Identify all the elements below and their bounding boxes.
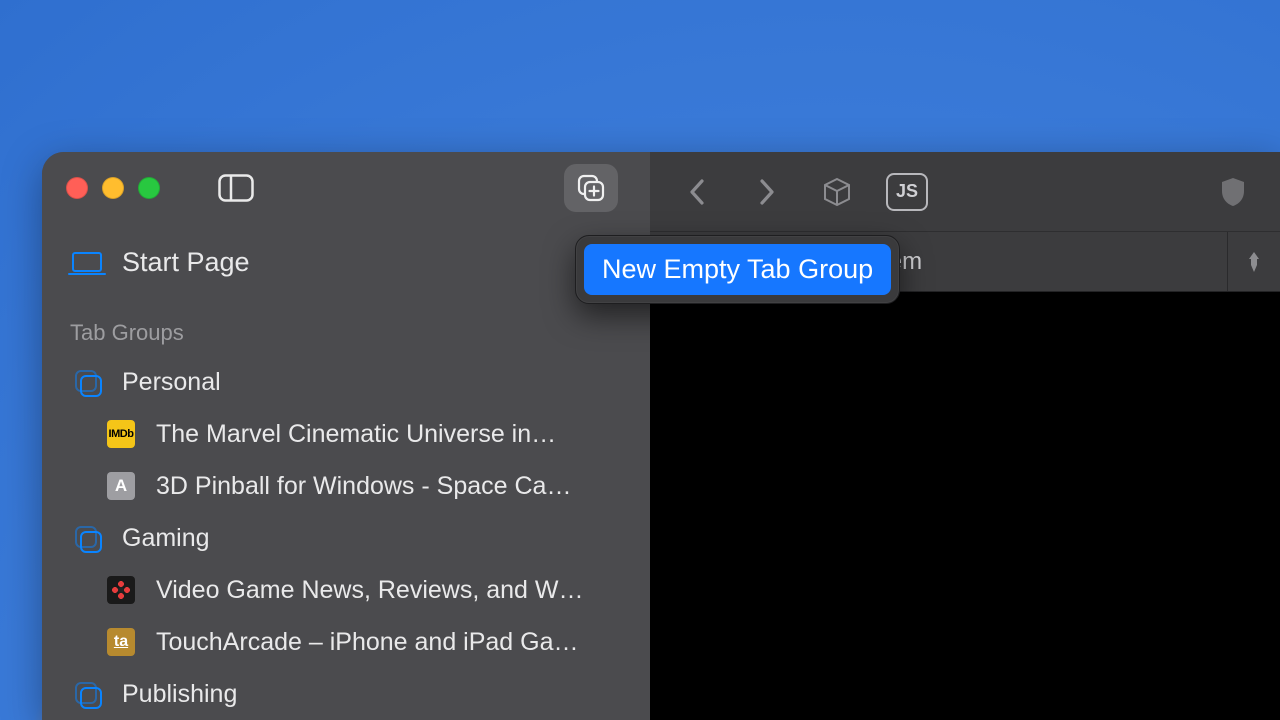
sidebar-item-start-page[interactable]: Start Page — [60, 232, 632, 292]
tab-item[interactable]: IMDb The Marvel Cinematic Universe in… — [60, 408, 632, 460]
new-tab-group-icon — [576, 173, 606, 203]
window-controls — [66, 177, 160, 199]
tab-group-icon — [74, 681, 100, 707]
chevron-right-icon — [756, 177, 778, 207]
tab-item[interactable]: ta TouchArcade – iPhone and iPad Ga… — [60, 616, 632, 668]
forward-button[interactable] — [746, 171, 788, 213]
fullscreen-window-button[interactable] — [138, 177, 160, 199]
back-button[interactable] — [676, 171, 718, 213]
new-tab-group-menu: New Empty Tab Group — [575, 235, 900, 304]
toolbar: JS — [650, 152, 1280, 232]
tab-group-label: Gaming — [122, 524, 622, 553]
close-window-button[interactable] — [66, 177, 88, 199]
tab-group-icon — [74, 525, 100, 551]
window-titlebar — [42, 152, 650, 224]
tab-group-label: Personal — [122, 368, 622, 397]
chevron-left-icon — [686, 177, 708, 207]
minimize-window-button[interactable] — [102, 177, 124, 199]
tab-group-personal[interactable]: Personal — [60, 356, 632, 408]
tab-group-icon — [74, 369, 100, 395]
sidebar: Start Page Tab Groups Personal IMDb The … — [42, 152, 650, 720]
tab-title: Video Game News, Reviews, and W… — [156, 576, 622, 605]
pin-tab-button[interactable] — [1228, 250, 1280, 274]
web-content[interactable] — [650, 292, 1280, 720]
laptop-icon — [72, 252, 102, 272]
favicon-ign — [107, 576, 135, 604]
shield-icon — [1219, 175, 1247, 209]
tab-title: TouchArcade – iPhone and iPad Ga… — [156, 628, 622, 657]
tab-title: 3D Pinball for Windows - Space Ca… — [156, 472, 622, 501]
menu-item-label: New Empty Tab Group — [602, 254, 873, 284]
start-page-label: Start Page — [122, 247, 622, 278]
new-tab-group-button[interactable] — [564, 164, 618, 212]
tab-item[interactable]: A 3D Pinball for Windows - Space Ca… — [60, 460, 632, 512]
javascript-toggle-button[interactable]: JS — [886, 173, 928, 211]
menu-item-new-empty-tab-group[interactable]: New Empty Tab Group — [584, 244, 891, 295]
sidebar-list: Start Page Tab Groups Personal IMDb The … — [42, 224, 650, 720]
tab-title: The Marvel Cinematic Universe in… — [156, 420, 622, 449]
tab-group-label: Publishing — [122, 680, 622, 709]
cube-icon — [820, 175, 854, 209]
tab-item[interactable]: Video Game News, Reviews, and W… — [60, 564, 632, 616]
tab-group-gaming[interactable]: Gaming — [60, 512, 632, 564]
privacy-report-button[interactable] — [1212, 171, 1254, 213]
tab-group-publishing[interactable]: Publishing — [60, 668, 632, 720]
js-icon: JS — [896, 181, 918, 202]
favicon-toucharcade: ta — [107, 628, 135, 656]
ar-quicklook-button[interactable] — [816, 171, 858, 213]
tab-groups-header: Tab Groups — [60, 302, 632, 356]
sidebar-icon — [218, 174, 254, 202]
pin-icon — [1244, 250, 1264, 274]
toggle-sidebar-button[interactable] — [216, 172, 256, 204]
favicon-generic: A — [107, 472, 135, 500]
favicon-imdb: IMDb — [107, 420, 135, 448]
